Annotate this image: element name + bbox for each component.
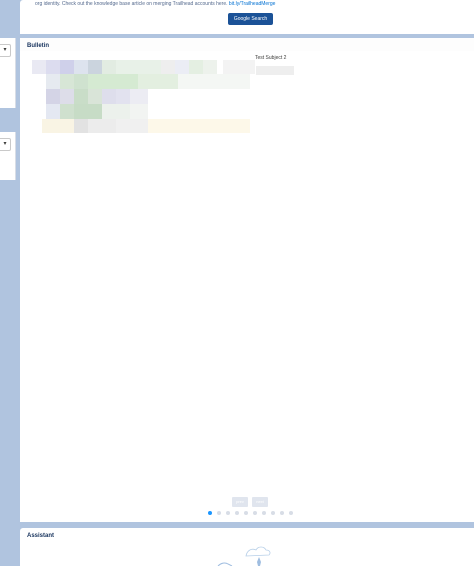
bulletin-title: Bulletin bbox=[27, 43, 49, 49]
page-dot[interactable] bbox=[271, 511, 275, 515]
assistant-card: Assistant bbox=[20, 528, 474, 566]
page-dot[interactable] bbox=[244, 511, 248, 515]
info-text: org identity. Check out the knowledge ba… bbox=[35, 1, 275, 7]
assistant-title: Assistant bbox=[27, 533, 55, 539]
top-card: org identity. Check out the knowledge ba… bbox=[20, 0, 474, 34]
left-panel-card: ▾ bbox=[0, 132, 16, 180]
prev-button[interactable]: prev bbox=[232, 497, 248, 507]
page-dot[interactable] bbox=[235, 511, 239, 515]
next-button[interactable]: next bbox=[252, 497, 268, 507]
page-dot[interactable] bbox=[289, 511, 293, 515]
merge-article-link[interactable]: bit.ly/TrailheadMerge bbox=[229, 1, 276, 7]
bulletin-card: Bulletin Test Subject 2 prev next bbox=[20, 38, 474, 522]
chevron-down-icon[interactable]: ▾ bbox=[0, 44, 11, 57]
page-dot[interactable] bbox=[253, 511, 257, 515]
page-dot[interactable] bbox=[226, 511, 230, 515]
bulletin-content-image bbox=[28, 60, 298, 135]
bulletin-header bbox=[20, 38, 474, 51]
google-search-button[interactable]: Google Search bbox=[228, 13, 273, 25]
page-dot[interactable] bbox=[208, 511, 212, 515]
page-dot[interactable] bbox=[217, 511, 221, 515]
assistant-illustration bbox=[217, 546, 271, 566]
page-dot[interactable] bbox=[262, 511, 266, 515]
chevron-down-icon[interactable]: ▾ bbox=[0, 138, 11, 151]
left-panel-card: ▾ bbox=[0, 38, 16, 108]
page-dot[interactable] bbox=[280, 511, 284, 515]
info-text-body: org identity. Check out the knowledge ba… bbox=[35, 1, 228, 7]
